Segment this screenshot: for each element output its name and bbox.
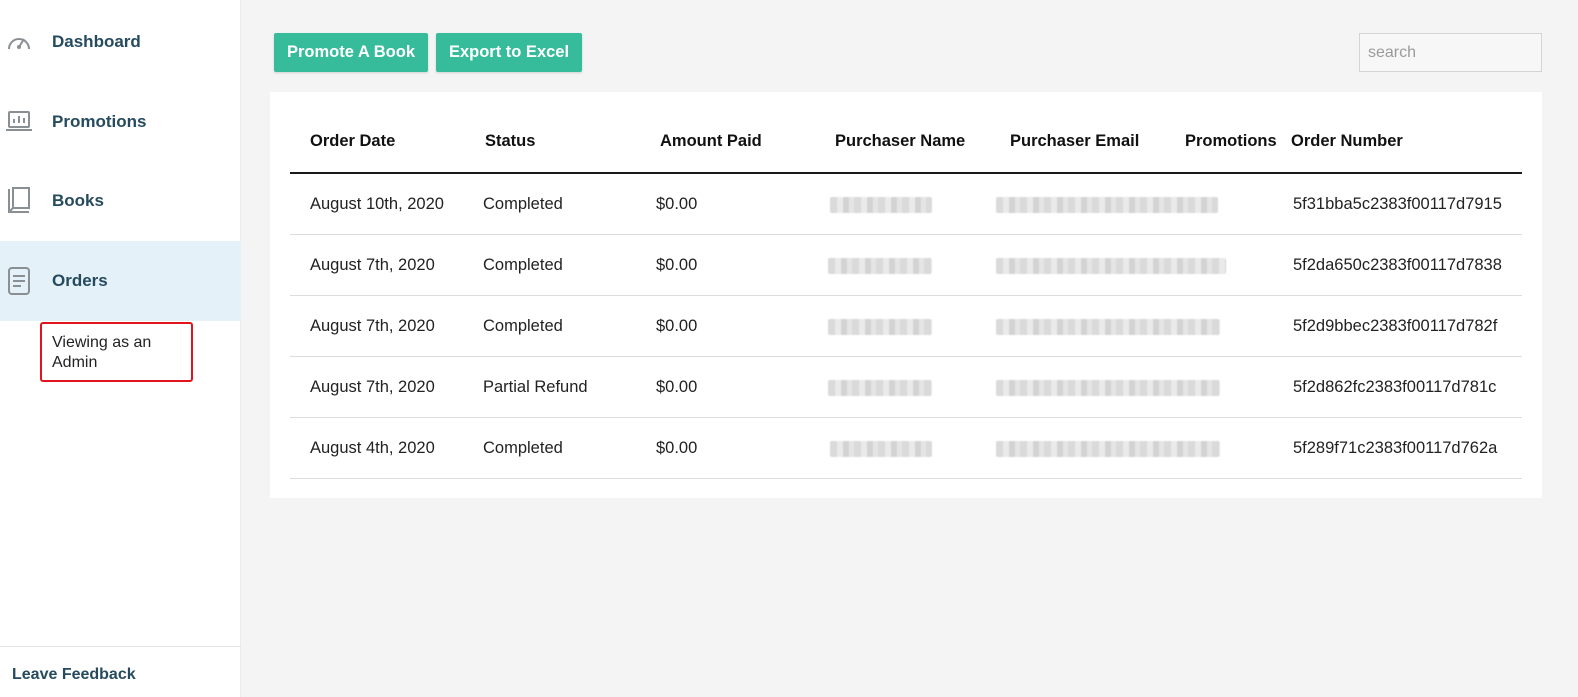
laptop-chart-icon — [5, 107, 33, 137]
order-number: 5f2da650c2383f00117d7838 — [1293, 256, 1502, 274]
sidebar-item-dashboard[interactable]: Dashboard — [0, 2, 241, 82]
table-row[interactable]: August 7th, 2020 Partial Refund $0.00 5f… — [290, 357, 1522, 418]
redacted-purchaser-name — [830, 441, 932, 457]
column-header-amount-paid[interactable]: Amount Paid — [660, 132, 762, 151]
amount-paid: $0.00 — [656, 378, 698, 396]
table-row[interactable]: August 7th, 2020 Completed $0.00 5f2da65… — [290, 235, 1522, 296]
order-status: Completed — [483, 317, 563, 335]
order-status: Partial Refund — [483, 378, 588, 396]
redacted-purchaser-name — [828, 319, 932, 335]
order-status: Completed — [483, 195, 563, 213]
sidebar-item-label: Promotions — [52, 112, 147, 131]
amount-paid: $0.00 — [656, 439, 698, 457]
column-header-order-date[interactable]: Order Date — [310, 132, 395, 151]
admin-notice: Viewing as an Admin — [40, 322, 193, 382]
table-row[interactable]: August 7th, 2020 Completed $0.00 5f2d9bb… — [290, 296, 1522, 357]
column-header-purchaser-email[interactable]: Purchaser Email — [1010, 132, 1139, 151]
order-date: August 10th, 2020 — [310, 195, 444, 213]
sidebar-item-promotions[interactable]: Promotions — [0, 82, 241, 162]
sidebar-divider — [0, 646, 241, 647]
order-number: 5f289f71c2383f00117d762a — [1293, 439, 1498, 457]
book-icon — [5, 186, 33, 216]
redacted-purchaser-name — [828, 380, 932, 396]
table-row[interactable]: August 4th, 2020 Completed $0.00 5f289f7… — [290, 418, 1522, 479]
order-date: August 7th, 2020 — [310, 317, 435, 335]
column-header-purchaser-name[interactable]: Purchaser Name — [835, 132, 965, 151]
sidebar-item-orders[interactable]: Orders — [0, 241, 241, 321]
amount-paid: $0.00 — [656, 317, 698, 335]
table-row[interactable]: August 10th, 2020 Completed $0.00 5f31bb… — [290, 174, 1522, 235]
order-number: 5f2d9bbec2383f00117d782f — [1293, 317, 1498, 335]
order-status: Completed — [483, 439, 563, 457]
order-date: August 7th, 2020 — [310, 256, 435, 274]
search-input[interactable] — [1359, 33, 1542, 72]
document-icon — [5, 266, 33, 296]
redacted-purchaser-email — [996, 197, 1218, 213]
sidebar-item-label: Dashboard — [52, 32, 141, 51]
export-excel-button[interactable]: Export to Excel — [436, 33, 582, 72]
orders-table: Order Date Status Amount Paid Purchaser … — [270, 92, 1542, 498]
redacted-purchaser-email — [996, 258, 1226, 274]
order-date: August 4th, 2020 — [310, 439, 435, 457]
order-status: Completed — [483, 256, 563, 274]
leave-feedback-link[interactable]: Leave Feedback — [12, 666, 136, 684]
amount-paid: $0.00 — [656, 256, 698, 274]
sidebar-item-label: Orders — [52, 271, 108, 290]
speedometer-icon — [5, 27, 33, 57]
amount-paid: $0.00 — [656, 195, 698, 213]
sidebar: Dashboard Promotions Books Orders Viewin… — [0, 0, 241, 697]
redacted-purchaser-name — [830, 197, 932, 213]
redacted-purchaser-email — [996, 441, 1220, 457]
redacted-purchaser-name — [828, 258, 932, 274]
order-number: 5f31bba5c2383f00117d7915 — [1293, 195, 1502, 213]
sidebar-item-label: Books — [52, 191, 104, 210]
order-number: 5f2d862fc2383f00117d781c — [1293, 378, 1497, 396]
promote-book-button[interactable]: Promote A Book — [274, 33, 428, 72]
order-date: August 7th, 2020 — [310, 378, 435, 396]
redacted-purchaser-email — [996, 380, 1220, 396]
column-header-promotions[interactable]: Promotions — [1185, 132, 1277, 151]
column-header-status[interactable]: Status — [485, 132, 535, 151]
sidebar-item-books[interactable]: Books — [0, 161, 241, 241]
redacted-purchaser-email — [996, 319, 1220, 335]
column-header-order-number[interactable]: Order Number — [1291, 132, 1403, 151]
